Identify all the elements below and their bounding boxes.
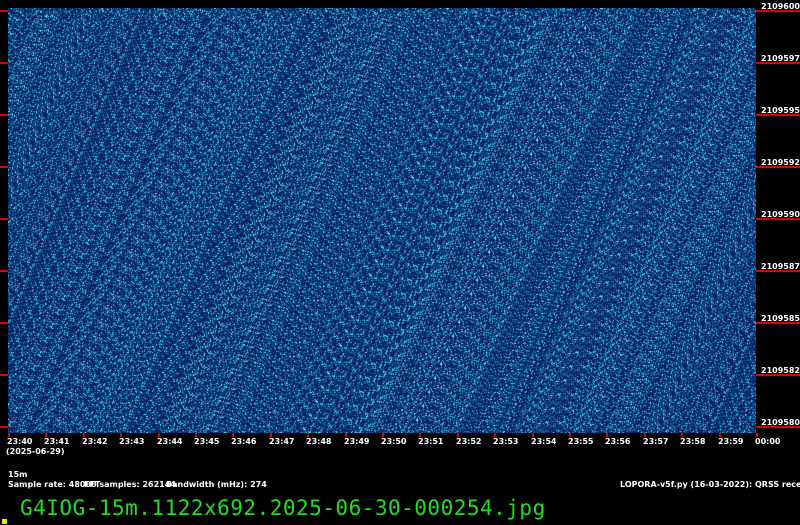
time-label: 23:50	[381, 437, 407, 446]
freq-tick-left	[0, 322, 8, 324]
time-label: 23:43	[119, 437, 145, 446]
waterfall-spectrogram	[8, 8, 756, 433]
time-label: 23:40	[7, 437, 33, 446]
cursor-marker	[2, 519, 7, 524]
freq-label: 21095975	[761, 54, 800, 63]
time-label: 23:57	[643, 437, 669, 446]
time-label: 23:41	[44, 437, 70, 446]
software-label: LOPORA-v5f.py (16-03-2022): QRSS recepti…	[620, 480, 800, 489]
freq-label: 21095825	[761, 366, 800, 375]
freq-tick-left	[0, 166, 8, 168]
freq-label: 21095800	[761, 418, 800, 427]
freq-label: 21095900	[761, 210, 800, 219]
freq-label: 21095875	[761, 262, 800, 271]
freq-tick-left	[0, 10, 8, 12]
freq-label: 21095925	[761, 158, 800, 167]
freq-tick-left	[0, 426, 8, 428]
time-label: 23:42	[82, 437, 108, 446]
band-label: 15m	[8, 470, 28, 479]
time-label: 23:51	[418, 437, 444, 446]
freq-tick-left	[0, 114, 8, 116]
date-label: (2025-06-29)	[6, 447, 65, 456]
freq-label: 21096000	[761, 2, 800, 11]
bandwidth-label: Bandwidth (mHz): 274	[166, 480, 267, 489]
time-label: 23:47	[269, 437, 295, 446]
time-label: 23:56	[605, 437, 631, 446]
time-label: 23:49	[344, 437, 370, 446]
time-label: 23:54	[531, 437, 557, 446]
time-label: 23:45	[194, 437, 220, 446]
time-label: 23:53	[493, 437, 519, 446]
freq-label: 21095950	[761, 106, 800, 115]
time-label: 23:58	[680, 437, 706, 446]
filename-label: G4IOG-15m.1122x692.2025-06-30-000254.jpg	[20, 496, 546, 520]
fft-samples-label: FFTsamples: 262144	[84, 480, 176, 489]
time-label: 00:00	[755, 437, 781, 446]
freq-tick-left	[0, 270, 8, 272]
time-label: 23:52	[456, 437, 482, 446]
time-label: 23:46	[231, 437, 257, 446]
time-label: 23:48	[306, 437, 332, 446]
freq-tick-left	[0, 62, 8, 64]
freq-tick-left	[0, 218, 8, 220]
time-label: 23:44	[157, 437, 183, 446]
freq-tick-left	[0, 374, 8, 376]
time-label: 23:55	[568, 437, 594, 446]
time-label: 23:59	[718, 437, 744, 446]
freq-label: 21095850	[761, 314, 800, 323]
